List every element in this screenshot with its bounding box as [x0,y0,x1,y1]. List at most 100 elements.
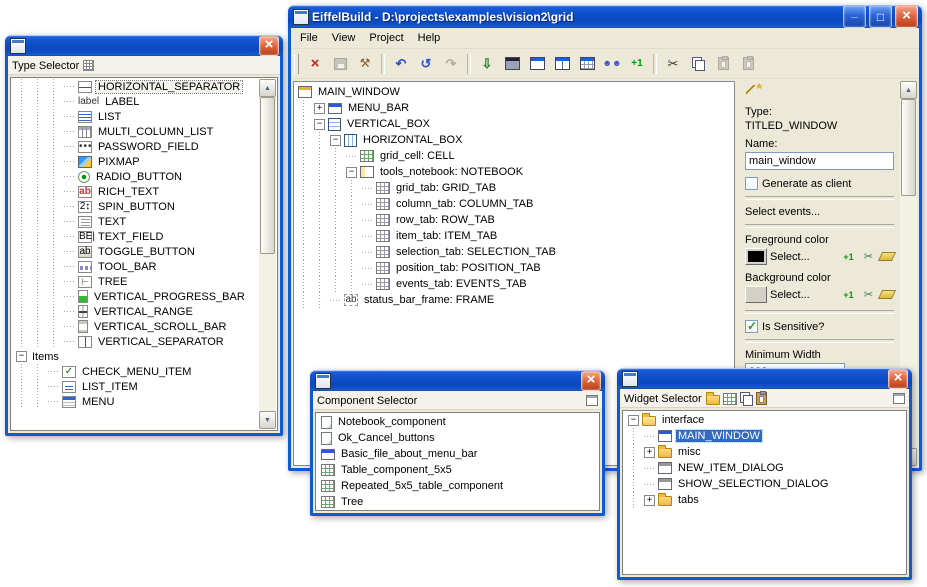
tree-item[interactable]: MENU [12,394,259,409]
collapse-icon[interactable]: − [628,415,639,426]
delete-button[interactable]: × [303,53,327,75]
tree-item-label[interactable]: LABEL [103,96,141,108]
folder-icon[interactable] [706,395,720,405]
scroll-up-icon[interactable] [900,81,917,99]
tree-item[interactable]: Repeated_5x5_table_component [317,478,598,494]
scroll-up-icon[interactable] [259,79,276,97]
window-dark-button[interactable] [500,53,524,75]
tree-item-label[interactable]: MENU_BAR [346,102,411,114]
cut-button[interactable]: ✂ [661,53,685,75]
tree-item-label[interactable]: selection_tab: SELECTION_TAB [394,246,558,258]
tree-item-label[interactable]: HORIZONTAL_BOX [361,134,464,146]
tree-item-label[interactable]: Repeated_5x5_table_component [339,480,505,492]
tree-item-label[interactable]: tools_notebook: NOTEBOOK [378,166,525,178]
tree-item-label[interactable]: status_bar_frame: FRAME [362,294,496,306]
tree-item-label[interactable]: MAIN_WINDOW [316,86,402,98]
add-one-icon[interactable] [840,250,857,264]
pick-color-icon[interactable] [860,288,877,302]
scroll-track[interactable] [259,97,276,411]
tree-item-label[interactable]: VERTICAL_SEPARATOR [96,336,226,348]
close-button[interactable] [581,371,601,391]
foreground-color-swatch[interactable] [745,248,767,265]
rollup-icon[interactable] [893,393,905,404]
tree-item[interactable]: events_tab: EVENTS_TAB [294,276,734,292]
scroll-thumb[interactable] [260,97,275,254]
tree-item-label[interactable]: Table_component_5x5 [339,464,454,476]
tree-item-label[interactable]: Notebook_component [336,416,448,428]
tree-item-label[interactable]: interface [660,414,706,426]
magic-wand-icon[interactable] [745,83,763,99]
save-button[interactable] [328,53,352,75]
tree-item[interactable]: SHOW_SELECTION_DIALOG [624,476,905,492]
tree-item-label[interactable]: VERTICAL_PROGRESS_BAR [92,291,247,303]
tree-item-label[interactable]: row_tab: ROW_TAB [394,214,497,226]
window-split-button[interactable] [550,53,574,75]
tree-item-label[interactable]: Items [30,351,61,363]
tree-item[interactable]: BE|TEXT_FIELD [12,229,259,244]
users-button[interactable]: ☻☻ [600,53,624,75]
tree-item[interactable]: −VERTICAL_BOX [294,116,734,132]
menu-view[interactable]: View [325,30,363,47]
title-bar[interactable]: EiffelBuild - D:\projects\examples\visio… [288,5,922,28]
tree-item-label[interactable]: misc [676,446,703,458]
dock-icon[interactable] [83,60,94,71]
paste-special-button[interactable] [736,53,760,75]
title-bar[interactable] [617,368,912,389]
tree-item-label[interactable]: TREE [96,276,129,288]
tree-item[interactable]: + MENU_BAR [294,100,734,116]
add-one-icon[interactable] [840,288,857,302]
tree-item[interactable]: Tree [317,494,598,509]
tree-item[interactable]: LIST_ITEM [12,379,259,394]
tree-item[interactable]: item_tab: ITEM_TAB [294,228,734,244]
tree-item-label[interactable]: column_tab: COLUMN_TAB [394,198,535,210]
tree-item[interactable]: RADIO_BUTTON [12,169,259,184]
tree-item-label[interactable]: MAIN_WINDOW [676,430,762,442]
generate-as-client-checkbox[interactable]: Generate as client [745,177,894,190]
tree-item[interactable]: TEXT [12,214,259,229]
menu-project[interactable]: Project [362,30,410,47]
tree-item[interactable]: VERTICAL_SCROLL_BAR [12,319,259,334]
tree-item-label[interactable]: SPIN_BUTTON [96,201,177,213]
tree-item-label[interactable]: TEXT_FIELD [96,231,165,243]
tree-item[interactable]: Ok_Cancel_buttons [317,430,598,446]
tree-item-label[interactable]: SHOW_SELECTION_DIALOG [676,478,830,490]
tree-item-label[interactable]: MULTI_COLUMN_LIST [96,126,215,138]
refresh-button[interactable]: ↺ [414,53,438,75]
menu-help[interactable]: Help [411,30,448,47]
tree-item-label[interactable]: VERTICAL_BOX [345,118,432,130]
tree-item-label[interactable]: VERTICAL_RANGE [92,306,195,318]
close-button[interactable] [259,36,279,56]
tree-item-label[interactable]: VERTICAL_SCROLL_BAR [92,321,228,333]
tree-item-label[interactable]: RADIO_BUTTON [94,171,184,183]
select-events-link[interactable]: Select events... [745,206,894,218]
tree-item[interactable]: row_tab: ROW_TAB [294,212,734,228]
background-select-button[interactable]: Select... [770,289,810,301]
tree-item[interactable]: − interface [624,412,905,428]
tree-item-label[interactable]: TOGGLE_BUTTON [96,246,197,258]
expand-icon[interactable]: + [314,103,325,114]
tree-item-label[interactable]: PIXMAP [96,156,142,168]
redo-button[interactable]: ↷ [439,53,463,75]
is-sensitive-checkbox[interactable]: Is Sensitive? [745,320,894,333]
tree-item-label[interactable]: TOOL_BAR [96,261,159,273]
window-blue-button[interactable] [525,53,549,75]
pick-color-icon[interactable] [860,250,877,264]
tree-item-label[interactable]: Tree [339,496,365,508]
window-grid-button[interactable] [575,53,599,75]
background-color-swatch[interactable] [745,286,767,303]
eraser-icon[interactable] [878,252,896,261]
tree-item[interactable]: +tabs [624,492,905,508]
close-button[interactable] [895,5,918,28]
tree-item-label[interactable]: RICH_TEXT [96,186,161,198]
generate-button[interactable]: ⇩ [475,53,499,75]
tree-item[interactable]: −HORIZONTAL_BOX [294,132,734,148]
tree-item-label[interactable]: CHECK_MENU_ITEM [80,366,193,378]
tree-item[interactable]: −tools_notebook: NOTEBOOK [294,164,734,180]
scroll-down-icon[interactable] [259,411,276,429]
tree-item[interactable]: VERTICAL_SEPARATOR [12,334,259,349]
type-selector-scrollbar[interactable] [259,79,276,429]
tree-item-label[interactable]: item_tab: ITEM_TAB [394,230,499,242]
tree-item-label[interactable]: position_tab: POSITION_TAB [394,262,543,274]
tree-item-label[interactable]: LIST_ITEM [80,381,140,393]
undo-button[interactable]: ↶ [389,53,413,75]
